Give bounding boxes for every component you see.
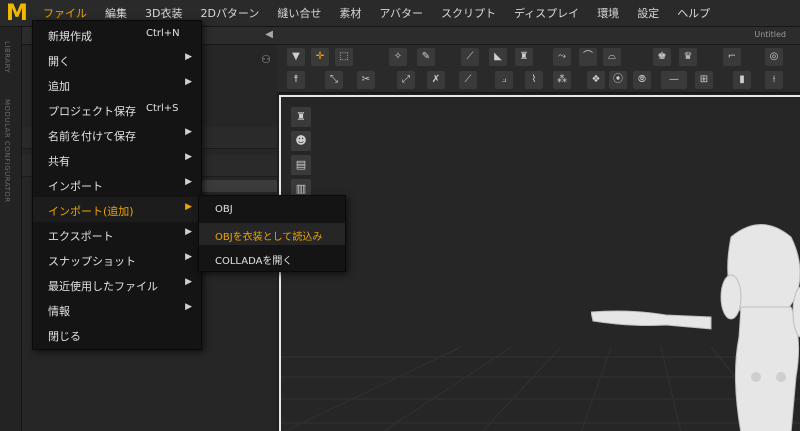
document-title: Untitled [754, 30, 786, 39]
file-menu-close[interactable]: 閉じる [33, 322, 201, 347]
menu-help[interactable]: ヘルプ [668, 0, 719, 27]
chevron-right-icon: ▶ [185, 302, 192, 312]
viewport-header: Untitled [277, 27, 800, 45]
tack-icon[interactable]: ⤡ [325, 71, 343, 89]
chevron-right-icon: ▶ [185, 52, 192, 62]
collapse-left-icon[interactable]: ◀ [265, 29, 273, 40]
file-menu-info[interactable]: 情報 ▶ [33, 297, 201, 322]
chevron-right-icon: ▶ [185, 227, 192, 237]
file-menu-snapshot[interactable]: スナップショット ▶ [33, 247, 201, 272]
app-window: M ファイル 編集 3D衣装 2Dパターン 縫い合せ 素材 アバター スクリプト… [0, 0, 800, 431]
move-icon[interactable]: ✛ [311, 48, 329, 66]
file-menu-dropdown: 新規作成 Ctrl+N 開く ▶ 追加 ▶ プロジェクト保存 Ctrl+S 名前… [32, 20, 202, 350]
panel-block [197, 180, 277, 192]
layer-icon[interactable]: ▤ [291, 155, 311, 175]
walk-icon[interactable]: ☨ [287, 71, 305, 89]
button-icon[interactable]: ⦿ [609, 71, 627, 89]
file-menu-import-add[interactable]: インポート(追加) ▶ [33, 197, 201, 222]
iron-icon[interactable]: ⟋ [459, 71, 477, 89]
avatar-model [591, 224, 800, 431]
file-menu-open[interactable]: 開く ▶ [33, 47, 201, 72]
chevron-right-icon: ▶ [185, 277, 192, 287]
menu-script[interactable]: スクリプト [432, 0, 505, 27]
edit-icon[interactable]: ✎ [417, 48, 435, 66]
chevron-right-icon: ▶ [185, 202, 192, 212]
file-menu-save-as[interactable]: 名前を付けて保存 ▶ [33, 122, 201, 147]
file-menu-import[interactable]: インポート ▶ [33, 172, 201, 197]
hanger-icon[interactable]: ⚇ [261, 53, 271, 66]
file-menu-recent-files[interactable]: 最近使用したファイル ▶ [33, 272, 201, 297]
zipper-icon[interactable]: — [661, 71, 687, 89]
menu-sewing[interactable]: 縫い合せ [268, 0, 330, 27]
jacket-icon[interactable]: ♛ [679, 48, 697, 66]
brush-icon[interactable]: ⟓ [495, 71, 513, 89]
fold-icon[interactable]: ◣ [489, 48, 507, 66]
submenu-obj[interactable]: OBJ [199, 199, 345, 221]
stitch-icon[interactable]: ⤢ [397, 71, 415, 89]
measure-icon[interactable]: ⟊ [765, 71, 783, 89]
import-add-submenu: OBJ OBJを衣装として読込み COLLADAを開く [198, 195, 346, 272]
chevron-right-icon: ▶ [185, 77, 192, 87]
menu-settings[interactable]: 設定 [628, 0, 668, 27]
left-side-strip: LIBRARY MODULAR CONFIGURATOR [0, 27, 22, 431]
pattern-icon[interactable]: ⁂ [553, 71, 571, 89]
hook-icon[interactable]: ⌐ [723, 48, 741, 66]
cut-icon[interactable]: ✗ [427, 71, 445, 89]
file-menu-export[interactable]: エクスポート ▶ [33, 222, 201, 247]
chevron-right-icon: ▶ [185, 127, 192, 137]
chevron-right-icon: ▶ [185, 177, 192, 187]
select-box-icon[interactable]: ⬚ [335, 48, 353, 66]
menu-avatar[interactable]: アバター [370, 0, 432, 27]
avatar-icon[interactable]: ☻ [291, 131, 311, 151]
buttonhole-icon[interactable]: ⦾ [633, 71, 651, 89]
modular-configurator-tab[interactable]: MODULAR CONFIGURATOR [3, 99, 11, 203]
app-logo: M [6, 0, 28, 26]
menu-2d-pattern[interactable]: 2Dパターン [191, 0, 268, 27]
down-arrow-icon[interactable]: ▼ [287, 48, 305, 66]
file-menu-save-project[interactable]: プロジェクト保存 Ctrl+S [33, 97, 201, 122]
chevron-right-icon: ▶ [185, 252, 192, 262]
garment-icon[interactable]: ♜ [291, 107, 311, 127]
shirt-icon[interactable]: ♜ [515, 48, 533, 66]
ring-icon[interactable]: ◎ [765, 48, 783, 66]
file-menu-new[interactable]: 新規作成 Ctrl+N [33, 22, 201, 47]
transform-icon[interactable]: ✧ [389, 48, 407, 66]
pattern-icon[interactable]: ❖ [587, 71, 605, 89]
menu-display[interactable]: ディスプレイ [505, 0, 588, 27]
tshirt-icon[interactable]: ⌓ [603, 48, 621, 66]
library-tab[interactable]: LIBRARY [3, 41, 11, 73]
tshirt-icon[interactable]: ♚ [653, 48, 671, 66]
segment-icon[interactable]: ⤳ [553, 48, 571, 66]
submenu-obj-as-garment[interactable]: OBJを衣装として読込み [199, 223, 345, 245]
pin-icon[interactable]: ⟋ [461, 48, 479, 66]
submenu-open-collada[interactable]: COLLADAを開く [199, 247, 345, 269]
file-menu-share[interactable]: 共有 ▶ [33, 147, 201, 172]
lock-icon[interactable]: ⊞ [695, 71, 713, 89]
menu-environment[interactable]: 環境 [588, 0, 628, 27]
menu-material[interactable]: 素材 [330, 0, 370, 27]
file-menu-add[interactable]: 追加 ▶ [33, 72, 201, 97]
needle-icon[interactable]: ✂ [357, 71, 375, 89]
hanger-icon[interactable]: ⌒ [579, 48, 597, 66]
tape-icon[interactable]: ▮ [733, 71, 751, 89]
toolbar: ▼ ✛ ⬚ ✧ ✎ ⟋ ◣ ♜ ⤳ ⌒ ⌓ ♚ ♛ ⌐ ◎ ☨ ⤡ ✂ ⤢ ✗ … [277, 45, 800, 93]
chevron-right-icon: ▶ [185, 152, 192, 162]
hang-icon[interactable]: ⌇ [525, 71, 543, 89]
3d-viewport[interactable]: ♜ ☻ ▤ ▥ [279, 95, 800, 431]
